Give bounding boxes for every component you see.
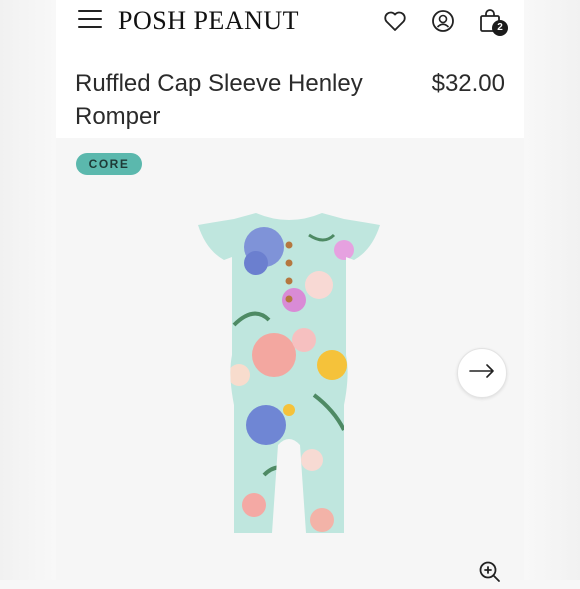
shopping-bag-icon[interactable]: 2 — [478, 8, 508, 36]
side-margin-left — [0, 0, 56, 580]
product-title: Ruffled Cap Sleeve Henley Romper — [75, 70, 363, 130]
heart-icon[interactable] — [382, 8, 408, 34]
user-icon[interactable] — [430, 8, 456, 34]
side-margin-right — [524, 0, 580, 580]
brand-logo[interactable]: POSH PEANUT — [118, 6, 299, 36]
cart-count-badge: 2 — [492, 20, 508, 36]
arrow-right-icon — [469, 363, 495, 383]
zoom-in-icon[interactable] — [478, 560, 502, 584]
site-header: POSH PEANUT 2 — [56, 0, 524, 44]
next-image-button[interactable] — [457, 348, 507, 398]
product-header-card: POSH PEANUT 2 Ruffled Cap Sleeve Henley … — [56, 0, 524, 138]
collection-badge: CORE — [76, 153, 142, 175]
hamburger-menu-icon[interactable] — [78, 10, 102, 30]
product-image-romper[interactable] — [194, 205, 384, 545]
product-price: $32.00 — [431, 70, 505, 97]
